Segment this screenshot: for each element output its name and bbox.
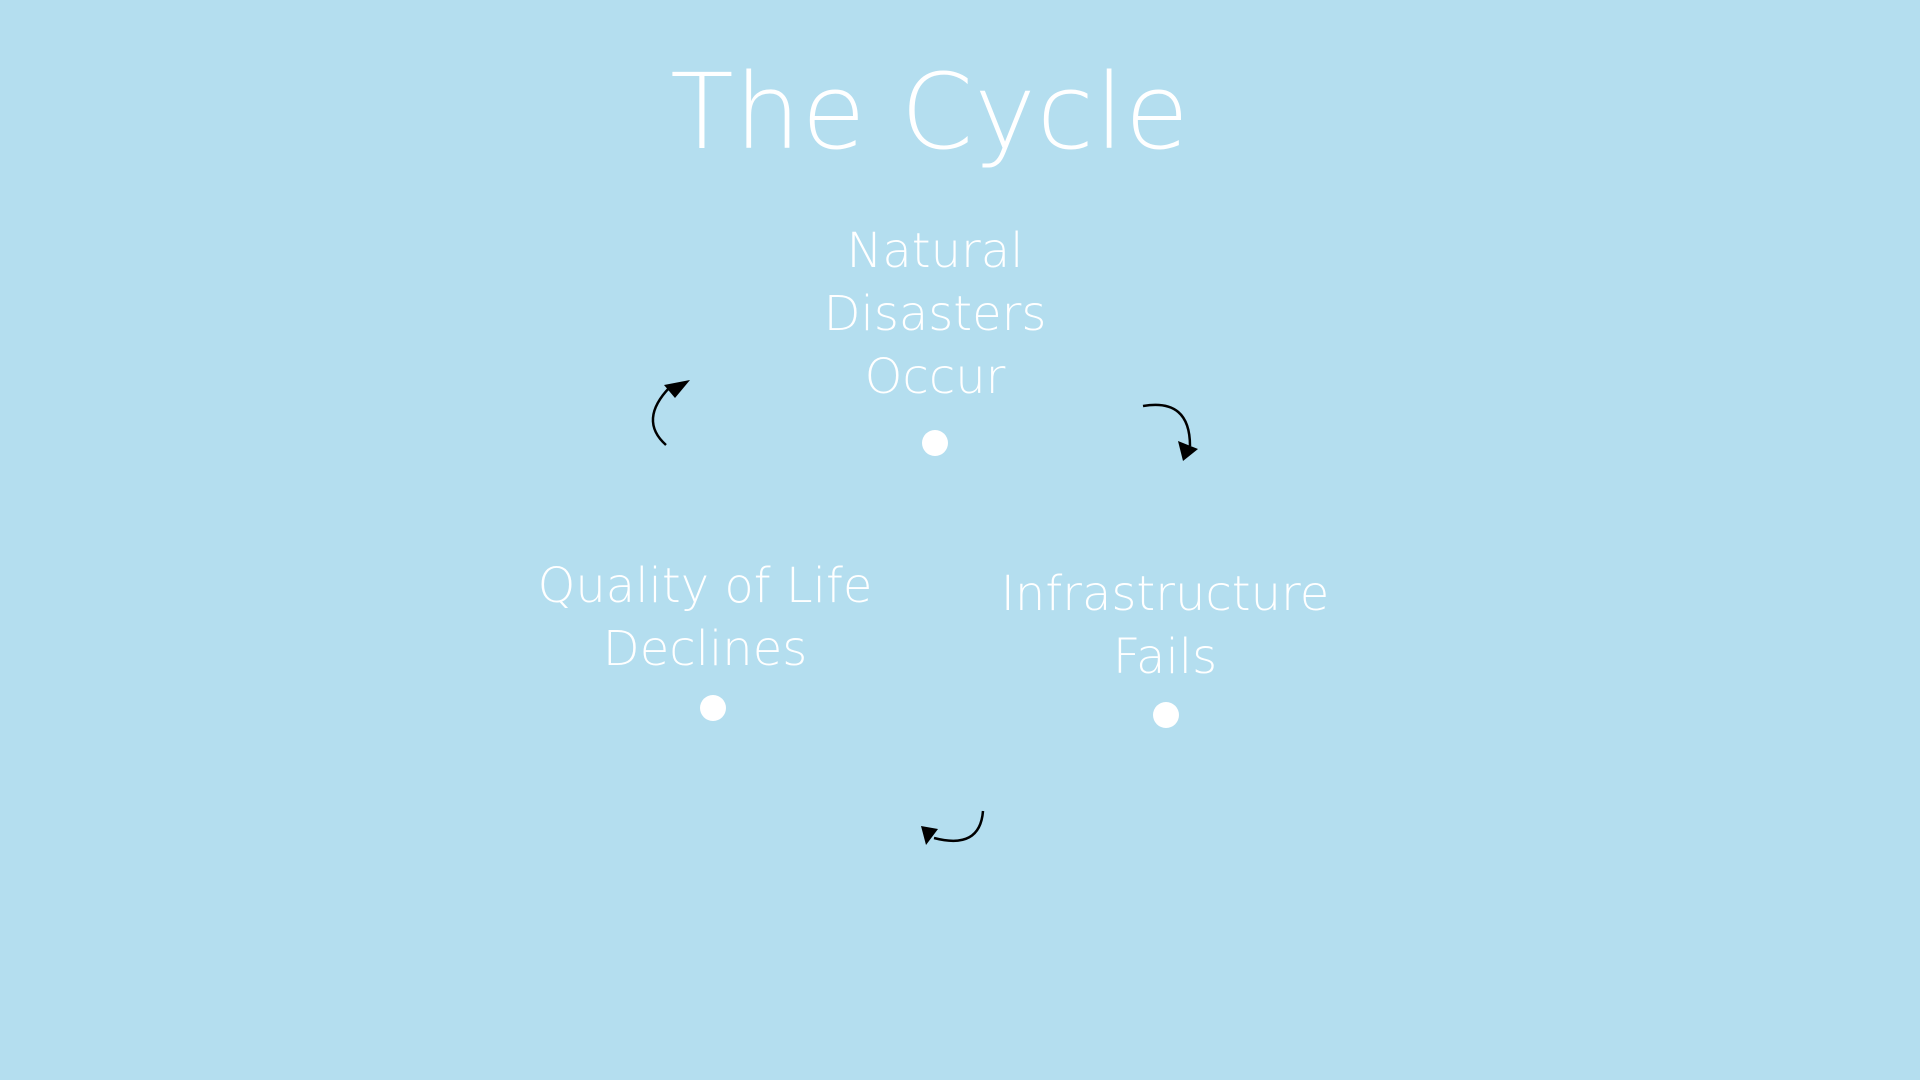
cycle-node-natural-disasters: Natural Disasters Occur [800,220,1070,409]
node-dot [922,430,948,456]
slide: The Cycle Natural Disasters Occur Infras… [0,0,1920,1080]
node-dot [1153,702,1179,728]
node-dot [700,695,726,721]
node-label-line: Quality of Life [537,558,873,614]
node-label-line: Disasters [823,286,1047,342]
cycle-node-quality-of-life-declines: Quality of Life Declines [520,555,890,681]
curved-arrow-icon [651,380,690,446]
cycle-node-infrastructure-fails: Infrastructure Fails [990,563,1340,689]
slide-title: The Cycle [670,51,1190,173]
node-label-line: Occur [864,349,1006,405]
node-label-line: Fails [1112,629,1218,685]
curved-arrow-icon [1142,403,1198,461]
node-label-line: Natural [846,223,1024,279]
node-label-line: Declines [602,621,808,677]
curved-arrow-icon [921,810,985,845]
node-label-line: Infrastructure [1000,566,1330,622]
